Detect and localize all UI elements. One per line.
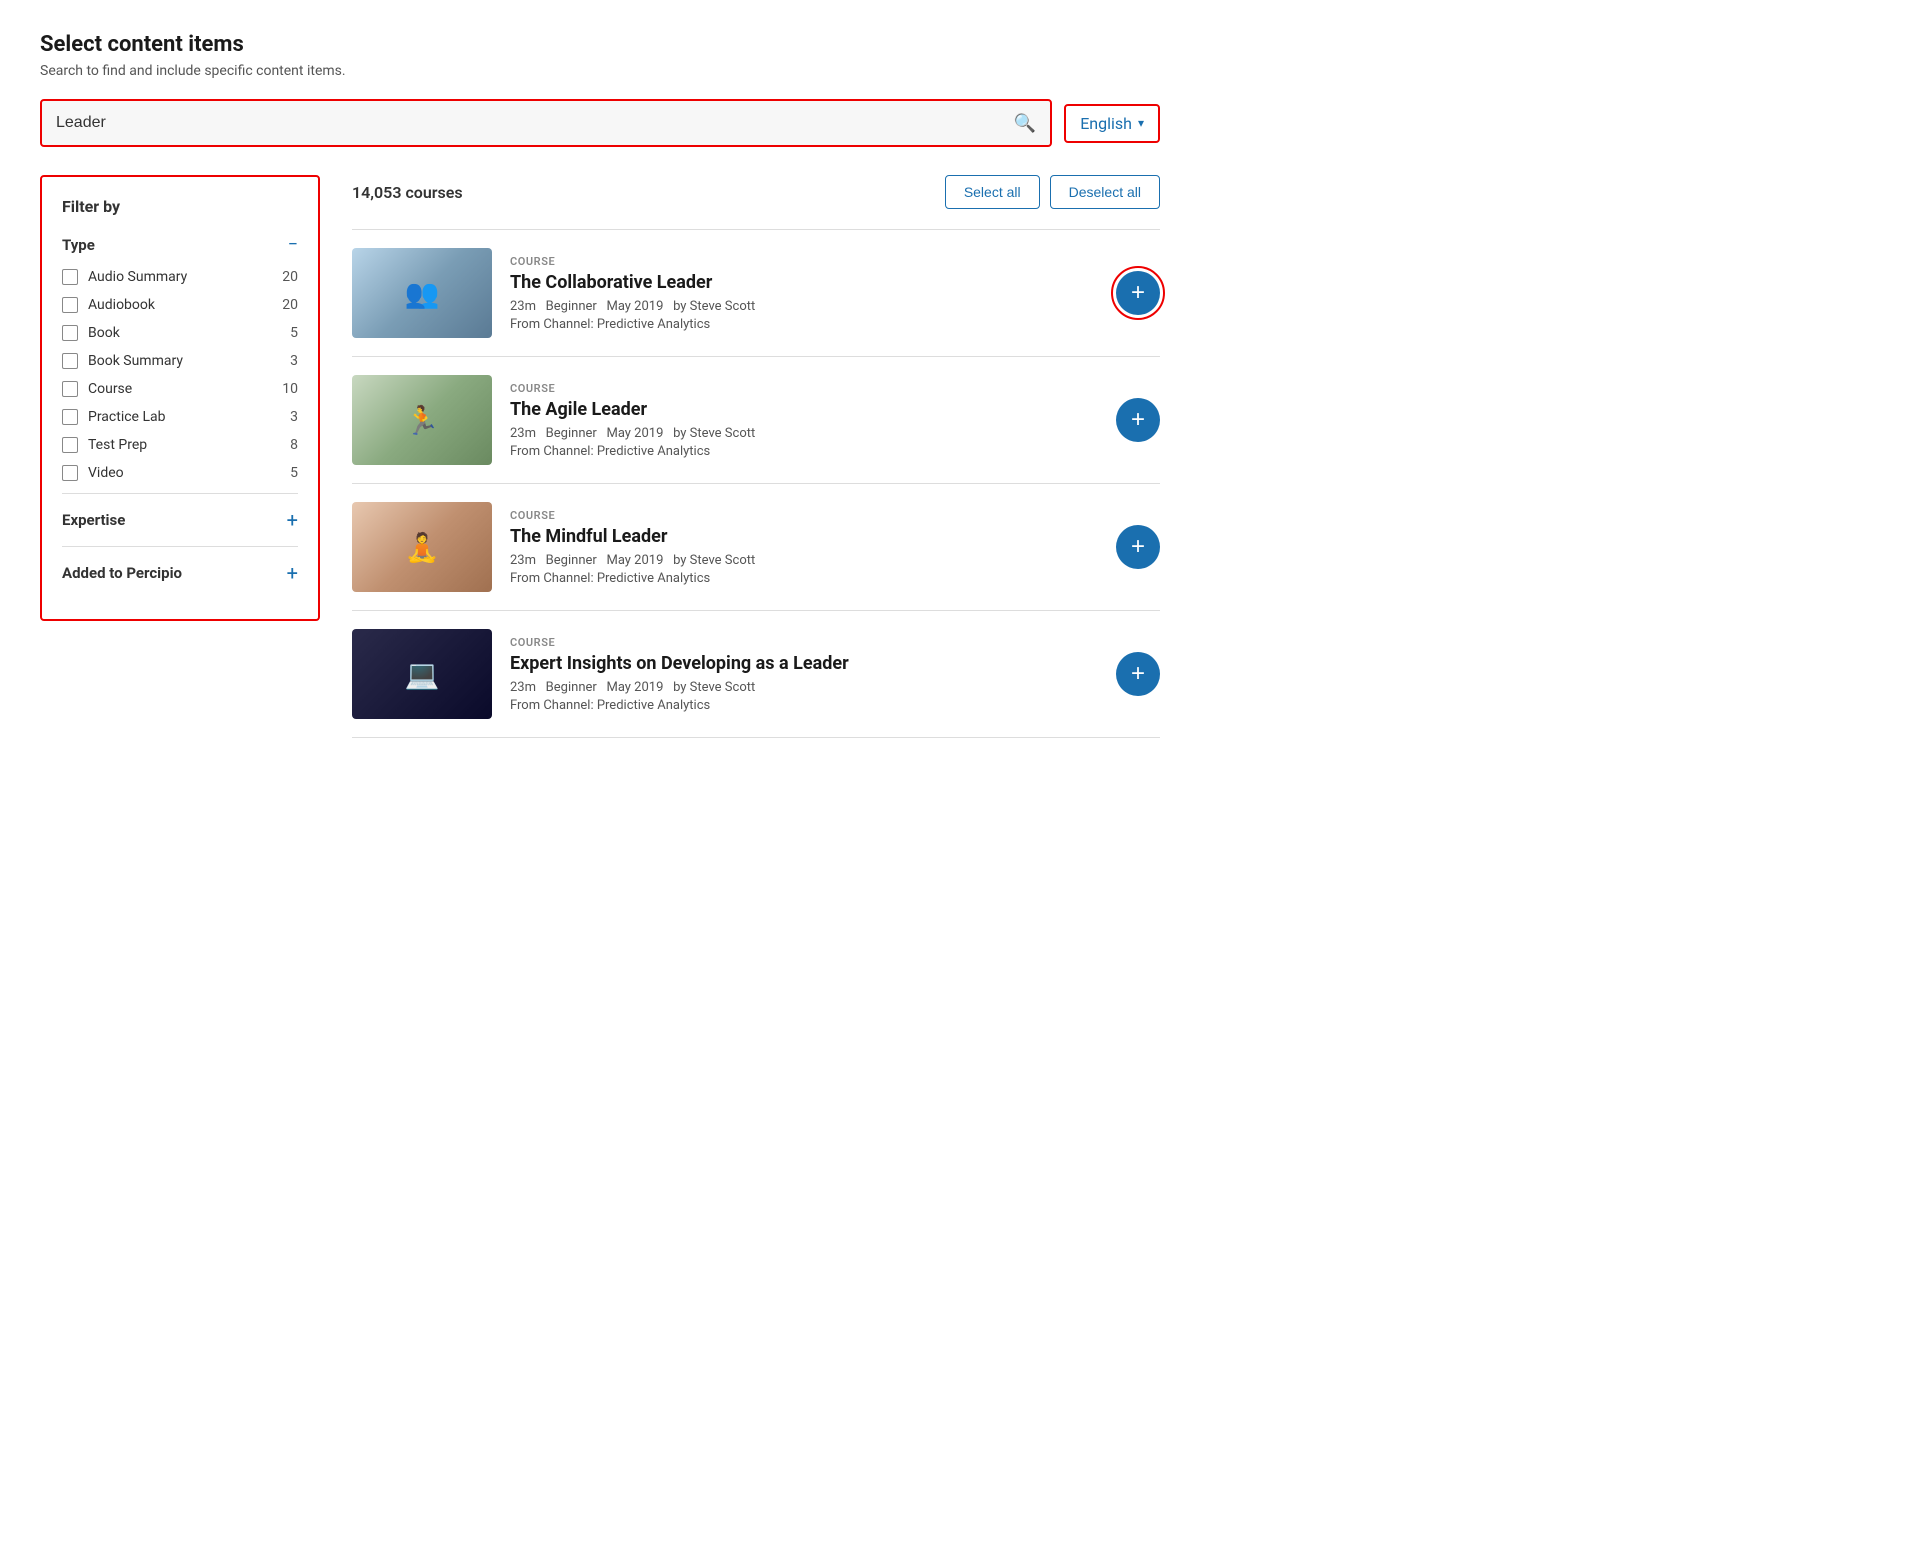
- search-box-wrapper: 🔍: [40, 99, 1052, 147]
- expertise-section[interactable]: Expertise +: [62, 493, 298, 546]
- header-actions: Select all Deselect all: [945, 175, 1160, 209]
- course-info: COURSE The Mindful Leader 23m Beginner M…: [510, 509, 1098, 586]
- filter-count: 20: [282, 297, 298, 313]
- type-section-label: Type: [62, 236, 95, 254]
- course-item: 🧘 COURSE The Mindful Leader 23m Beginner…: [352, 484, 1160, 611]
- filter-item: Course 10: [62, 381, 298, 397]
- filter-item: Video 5: [62, 465, 298, 481]
- course-name: Expert Insights on Developing as a Leade…: [510, 653, 1098, 674]
- added-expand-icon: +: [287, 561, 298, 585]
- filter-label: Practice Lab: [88, 409, 165, 425]
- filter-label: Audio Summary: [88, 269, 187, 285]
- course-type: COURSE: [510, 636, 1098, 649]
- filter-checkbox-book[interactable]: [62, 325, 78, 341]
- course-channel: From Channel: Predictive Analytics: [510, 317, 1098, 332]
- filter-count: 3: [290, 353, 298, 369]
- main-layout: Filter by Type − Audio Summary 20 Audiob…: [40, 175, 1160, 738]
- add-course-button[interactable]: +: [1116, 652, 1160, 696]
- courses-count: 14,053 courses: [352, 183, 463, 202]
- filter-label: Book: [88, 325, 120, 341]
- course-channel: From Channel: Predictive Analytics: [510, 444, 1098, 459]
- course-item: 🏃 COURSE The Agile Leader 23m Beginner M…: [352, 357, 1160, 484]
- add-course-button[interactable]: +: [1116, 271, 1160, 315]
- course-thumbnail: 👥: [352, 248, 492, 338]
- type-filter-list: Audio Summary 20 Audiobook 20 Book 5 Boo…: [62, 269, 298, 481]
- content-header: 14,053 courses Select all Deselect all: [352, 175, 1160, 209]
- course-meta: 23m Beginner May 2019 by Steve Scott: [510, 553, 1098, 568]
- course-item: 👥 COURSE The Collaborative Leader 23m Be…: [352, 229, 1160, 357]
- expertise-expand-icon: +: [287, 508, 298, 532]
- filter-checkbox-audio-summary[interactable]: [62, 269, 78, 285]
- expertise-label: Expertise: [62, 511, 125, 529]
- select-all-button[interactable]: Select all: [945, 175, 1040, 209]
- search-icon[interactable]: 🔍: [1014, 113, 1036, 134]
- filter-item: Audiobook 20: [62, 297, 298, 313]
- filter-count: 8: [290, 437, 298, 453]
- search-input[interactable]: [56, 114, 1014, 132]
- language-dropdown[interactable]: English ▾: [1064, 104, 1160, 143]
- filter-label: Audiobook: [88, 297, 155, 313]
- filter-label: Book Summary: [88, 353, 183, 369]
- add-course-button[interactable]: +: [1116, 398, 1160, 442]
- course-meta: 23m Beginner May 2019 by Steve Scott: [510, 299, 1098, 314]
- filter-count: 5: [290, 325, 298, 341]
- filter-count: 20: [282, 269, 298, 285]
- added-label: Added to Percipio: [62, 564, 182, 582]
- course-channel: From Channel: Predictive Analytics: [510, 571, 1098, 586]
- course-name: The Mindful Leader: [510, 526, 1098, 547]
- filter-count: 10: [282, 381, 298, 397]
- thumbnail-image: 👥: [352, 248, 492, 338]
- thumbnail-image: 💻: [352, 629, 492, 719]
- course-type: COURSE: [510, 255, 1098, 268]
- filter-label: Test Prep: [88, 437, 147, 453]
- course-item: 💻 COURSE Expert Insights on Developing a…: [352, 611, 1160, 738]
- course-info: COURSE Expert Insights on Developing as …: [510, 636, 1098, 713]
- filter-checkbox-test-prep[interactable]: [62, 437, 78, 453]
- filter-item: Book 5: [62, 325, 298, 341]
- content-area: 14,053 courses Select all Deselect all 👥…: [352, 175, 1160, 738]
- course-type: COURSE: [510, 509, 1098, 522]
- course-thumbnail: 🏃: [352, 375, 492, 465]
- sidebar: Filter by Type − Audio Summary 20 Audiob…: [40, 175, 320, 621]
- chevron-down-icon: ▾: [1138, 116, 1144, 130]
- filter-item: Book Summary 3: [62, 353, 298, 369]
- course-info: COURSE The Agile Leader 23m Beginner May…: [510, 382, 1098, 459]
- search-row: 🔍 English ▾: [40, 99, 1160, 147]
- course-name: The Collaborative Leader: [510, 272, 1098, 293]
- added-section[interactable]: Added to Percipio +: [62, 546, 298, 599]
- course-thumbnail: 💻: [352, 629, 492, 719]
- course-channel: From Channel: Predictive Analytics: [510, 698, 1098, 713]
- filter-label: Video: [88, 465, 124, 481]
- type-section-header[interactable]: Type −: [62, 234, 298, 255]
- type-toggle-icon: −: [288, 234, 298, 255]
- course-meta: 23m Beginner May 2019 by Steve Scott: [510, 426, 1098, 441]
- filter-checkbox-audiobook[interactable]: [62, 297, 78, 313]
- filter-item: Practice Lab 3: [62, 409, 298, 425]
- course-thumbnail: 🧘: [352, 502, 492, 592]
- course-meta: 23m Beginner May 2019 by Steve Scott: [510, 680, 1098, 695]
- language-label: English: [1080, 114, 1132, 133]
- filter-count: 5: [290, 465, 298, 481]
- filter-item: Test Prep 8: [62, 437, 298, 453]
- filter-checkbox-course[interactable]: [62, 381, 78, 397]
- filter-checkbox-video[interactable]: [62, 465, 78, 481]
- filter-label: Course: [88, 381, 132, 397]
- thumbnail-image: 🏃: [352, 375, 492, 465]
- filter-count: 3: [290, 409, 298, 425]
- page-title: Select content items: [40, 32, 1160, 57]
- filter-item: Audio Summary 20: [62, 269, 298, 285]
- filter-title: Filter by: [62, 197, 298, 216]
- deselect-all-button[interactable]: Deselect all: [1050, 175, 1160, 209]
- filter-checkbox-book-summary[interactable]: [62, 353, 78, 369]
- page-subtitle: Search to find and include specific cont…: [40, 63, 1160, 79]
- filter-checkbox-practice-lab[interactable]: [62, 409, 78, 425]
- course-info: COURSE The Collaborative Leader 23m Begi…: [510, 255, 1098, 332]
- course-type: COURSE: [510, 382, 1098, 395]
- add-course-button[interactable]: +: [1116, 525, 1160, 569]
- course-name: The Agile Leader: [510, 399, 1098, 420]
- thumbnail-image: 🧘: [352, 502, 492, 592]
- course-list: 👥 COURSE The Collaborative Leader 23m Be…: [352, 229, 1160, 738]
